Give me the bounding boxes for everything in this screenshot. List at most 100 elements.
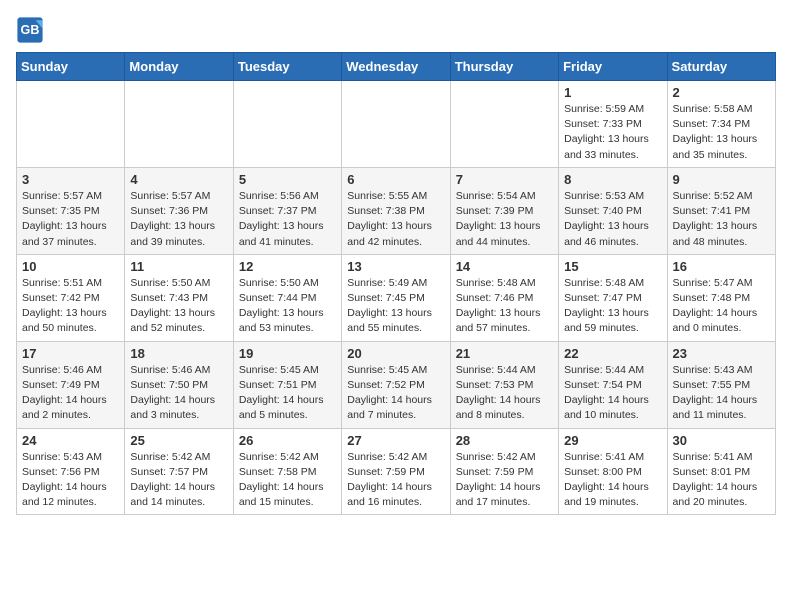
day-number: 27: [347, 433, 444, 448]
day-number: 16: [673, 259, 770, 274]
calendar-cell: 2 Sunrise: 5:58 AMSunset: 7:34 PMDaylight…: [667, 81, 775, 168]
day-number: 23: [673, 346, 770, 361]
calendar-cell: 26Sunrise: 5:42 AMSunset: 7:58 PMDayligh…: [233, 428, 341, 515]
svg-text:GB: GB: [21, 23, 40, 37]
calendar-cell: [450, 81, 558, 168]
day-info: Sunrise: 5:56 AMSunset: 7:37 PMDaylight:…: [239, 189, 336, 250]
calendar-cell: 11 Sunrise: 5:50 AMSunset: 7:43 PMDayligh…: [125, 254, 233, 341]
calendar-cell: 3 Sunrise: 5:57 AMSunset: 7:35 PMDaylight…: [17, 167, 125, 254]
page-header: GB: [16, 16, 776, 44]
day-info: Sunrise: 5:52 AMSunset: 7:41 PMDaylight:…: [673, 189, 770, 250]
calendar-cell: 23 Sunrise: 5:43 AMSunset: 7:55 PMDayligh…: [667, 341, 775, 428]
calendar-week-4: 17 Sunrise: 5:46 AMSunset: 7:49 PMDayligh…: [17, 341, 776, 428]
calendar-cell: 6 Sunrise: 5:55 AMSunset: 7:38 PMDaylight…: [342, 167, 450, 254]
day-info: Sunrise: 5:45 AMSunset: 7:51 PMDaylight:…: [239, 363, 336, 424]
day-info: Sunrise: 5:48 AMSunset: 7:47 PMDaylight:…: [564, 276, 661, 337]
day-number: 1: [564, 85, 661, 100]
day-info: Sunrise: 5:55 AMSunset: 7:38 PMDaylight:…: [347, 189, 444, 250]
calendar-week-3: 10Sunrise: 5:51 AMSunset: 7:42 PMDayligh…: [17, 254, 776, 341]
calendar-cell: 25 Sunrise: 5:42 AMSunset: 7:57 PMDayligh…: [125, 428, 233, 515]
day-number: 22: [564, 346, 661, 361]
calendar-cell: 4 Sunrise: 5:57 AMSunset: 7:36 PMDaylight…: [125, 167, 233, 254]
day-number: 24: [22, 433, 119, 448]
day-number: 13: [347, 259, 444, 274]
day-info: Sunrise: 5:53 AMSunset: 7:40 PMDaylight:…: [564, 189, 661, 250]
day-number: 3: [22, 172, 119, 187]
calendar-cell: 19Sunrise: 5:45 AMSunset: 7:51 PMDayligh…: [233, 341, 341, 428]
day-number: 21: [456, 346, 553, 361]
day-number: 10: [22, 259, 119, 274]
calendar-cell: 29 Sunrise: 5:41 AMSunset: 8:00 PMDayligh…: [559, 428, 667, 515]
day-info: Sunrise: 5:57 AMSunset: 7:36 PMDaylight:…: [130, 189, 227, 250]
calendar-table: SundayMondayTuesdayWednesdayThursdayFrid…: [16, 52, 776, 515]
calendar-cell: 20 Sunrise: 5:45 AMSunset: 7:52 PMDayligh…: [342, 341, 450, 428]
day-info: Sunrise: 5:50 AMSunset: 7:43 PMDaylight:…: [130, 276, 227, 337]
day-number: 25: [130, 433, 227, 448]
day-info: Sunrise: 5:41 AMSunset: 8:00 PMDaylight:…: [564, 450, 661, 511]
calendar-cell: 13Sunrise: 5:49 AMSunset: 7:45 PMDayligh…: [342, 254, 450, 341]
day-number: 17: [22, 346, 119, 361]
day-number: 14: [456, 259, 553, 274]
day-number: 30: [673, 433, 770, 448]
calendar-cell: [125, 81, 233, 168]
calendar-cell: 24 Sunrise: 5:43 AMSunset: 7:56 PMDayligh…: [17, 428, 125, 515]
day-info: Sunrise: 5:50 AMSunset: 7:44 PMDaylight:…: [239, 276, 336, 337]
day-number: 5: [239, 172, 336, 187]
day-info: Sunrise: 5:41 AMSunset: 8:01 PMDaylight:…: [673, 450, 770, 511]
day-number: 4: [130, 172, 227, 187]
day-info: Sunrise: 5:47 AMSunset: 7:48 PMDaylight:…: [673, 276, 770, 337]
day-info: Sunrise: 5:43 AMSunset: 7:56 PMDaylight:…: [22, 450, 119, 511]
weekday-header-sunday: Sunday: [17, 53, 125, 81]
day-number: 28: [456, 433, 553, 448]
calendar-cell: 21 Sunrise: 5:44 AMSunset: 7:53 PMDayligh…: [450, 341, 558, 428]
day-info: Sunrise: 5:42 AMSunset: 7:57 PMDaylight:…: [130, 450, 227, 511]
logo-icon: GB: [16, 16, 44, 44]
calendar-cell: 27Sunrise: 5:42 AMSunset: 7:59 PMDayligh…: [342, 428, 450, 515]
day-info: Sunrise: 5:58 AMSunset: 7:34 PMDaylight:…: [673, 102, 770, 163]
weekday-header-friday: Friday: [559, 53, 667, 81]
calendar-cell: 16 Sunrise: 5:47 AMSunset: 7:48 PMDayligh…: [667, 254, 775, 341]
day-info: Sunrise: 5:46 AMSunset: 7:50 PMDaylight:…: [130, 363, 227, 424]
calendar-cell: [17, 81, 125, 168]
day-number: 12: [239, 259, 336, 274]
day-number: 9: [673, 172, 770, 187]
calendar-cell: 5 Sunrise: 5:56 AMSunset: 7:37 PMDaylight…: [233, 167, 341, 254]
day-number: 11: [130, 259, 227, 274]
calendar-cell: 17 Sunrise: 5:46 AMSunset: 7:49 PMDayligh…: [17, 341, 125, 428]
day-info: Sunrise: 5:46 AMSunset: 7:49 PMDaylight:…: [22, 363, 119, 424]
day-info: Sunrise: 5:57 AMSunset: 7:35 PMDaylight:…: [22, 189, 119, 250]
weekday-header-tuesday: Tuesday: [233, 53, 341, 81]
calendar-cell: [342, 81, 450, 168]
day-number: 20: [347, 346, 444, 361]
calendar-cell: 1 Sunrise: 5:59 AMSunset: 7:33 PMDaylight…: [559, 81, 667, 168]
calendar-cell: 14 Sunrise: 5:48 AMSunset: 7:46 PMDayligh…: [450, 254, 558, 341]
calendar-week-1: 1 Sunrise: 5:59 AMSunset: 7:33 PMDaylight…: [17, 81, 776, 168]
day-number: 8: [564, 172, 661, 187]
calendar-cell: 12 Sunrise: 5:50 AMSunset: 7:44 PMDayligh…: [233, 254, 341, 341]
day-number: 18: [130, 346, 227, 361]
day-number: 29: [564, 433, 661, 448]
day-number: 6: [347, 172, 444, 187]
day-info: Sunrise: 5:44 AMSunset: 7:54 PMDaylight:…: [564, 363, 661, 424]
day-info: Sunrise: 5:59 AMSunset: 7:33 PMDaylight:…: [564, 102, 661, 163]
calendar-cell: 30 Sunrise: 5:41 AMSunset: 8:01 PMDayligh…: [667, 428, 775, 515]
day-info: Sunrise: 5:43 AMSunset: 7:55 PMDaylight:…: [673, 363, 770, 424]
calendar-cell: 8 Sunrise: 5:53 AMSunset: 7:40 PMDaylight…: [559, 167, 667, 254]
day-info: Sunrise: 5:54 AMSunset: 7:39 PMDaylight:…: [456, 189, 553, 250]
calendar-cell: 9 Sunrise: 5:52 AMSunset: 7:41 PMDaylight…: [667, 167, 775, 254]
weekday-header-wednesday: Wednesday: [342, 53, 450, 81]
calendar-cell: 7Sunrise: 5:54 AMSunset: 7:39 PMDaylight…: [450, 167, 558, 254]
day-number: 2: [673, 85, 770, 100]
day-info: Sunrise: 5:44 AMSunset: 7:53 PMDaylight:…: [456, 363, 553, 424]
day-info: Sunrise: 5:42 AMSunset: 7:58 PMDaylight:…: [239, 450, 336, 511]
day-info: Sunrise: 5:42 AMSunset: 7:59 PMDaylight:…: [456, 450, 553, 511]
day-info: Sunrise: 5:48 AMSunset: 7:46 PMDaylight:…: [456, 276, 553, 337]
weekday-header-monday: Monday: [125, 53, 233, 81]
calendar-cell: 28 Sunrise: 5:42 AMSunset: 7:59 PMDayligh…: [450, 428, 558, 515]
day-number: 15: [564, 259, 661, 274]
calendar-week-5: 24 Sunrise: 5:43 AMSunset: 7:56 PMDayligh…: [17, 428, 776, 515]
calendar-cell: 15 Sunrise: 5:48 AMSunset: 7:47 PMDayligh…: [559, 254, 667, 341]
calendar-cell: 18 Sunrise: 5:46 AMSunset: 7:50 PMDayligh…: [125, 341, 233, 428]
calendar-cell: 10Sunrise: 5:51 AMSunset: 7:42 PMDayligh…: [17, 254, 125, 341]
day-info: Sunrise: 5:45 AMSunset: 7:52 PMDaylight:…: [347, 363, 444, 424]
